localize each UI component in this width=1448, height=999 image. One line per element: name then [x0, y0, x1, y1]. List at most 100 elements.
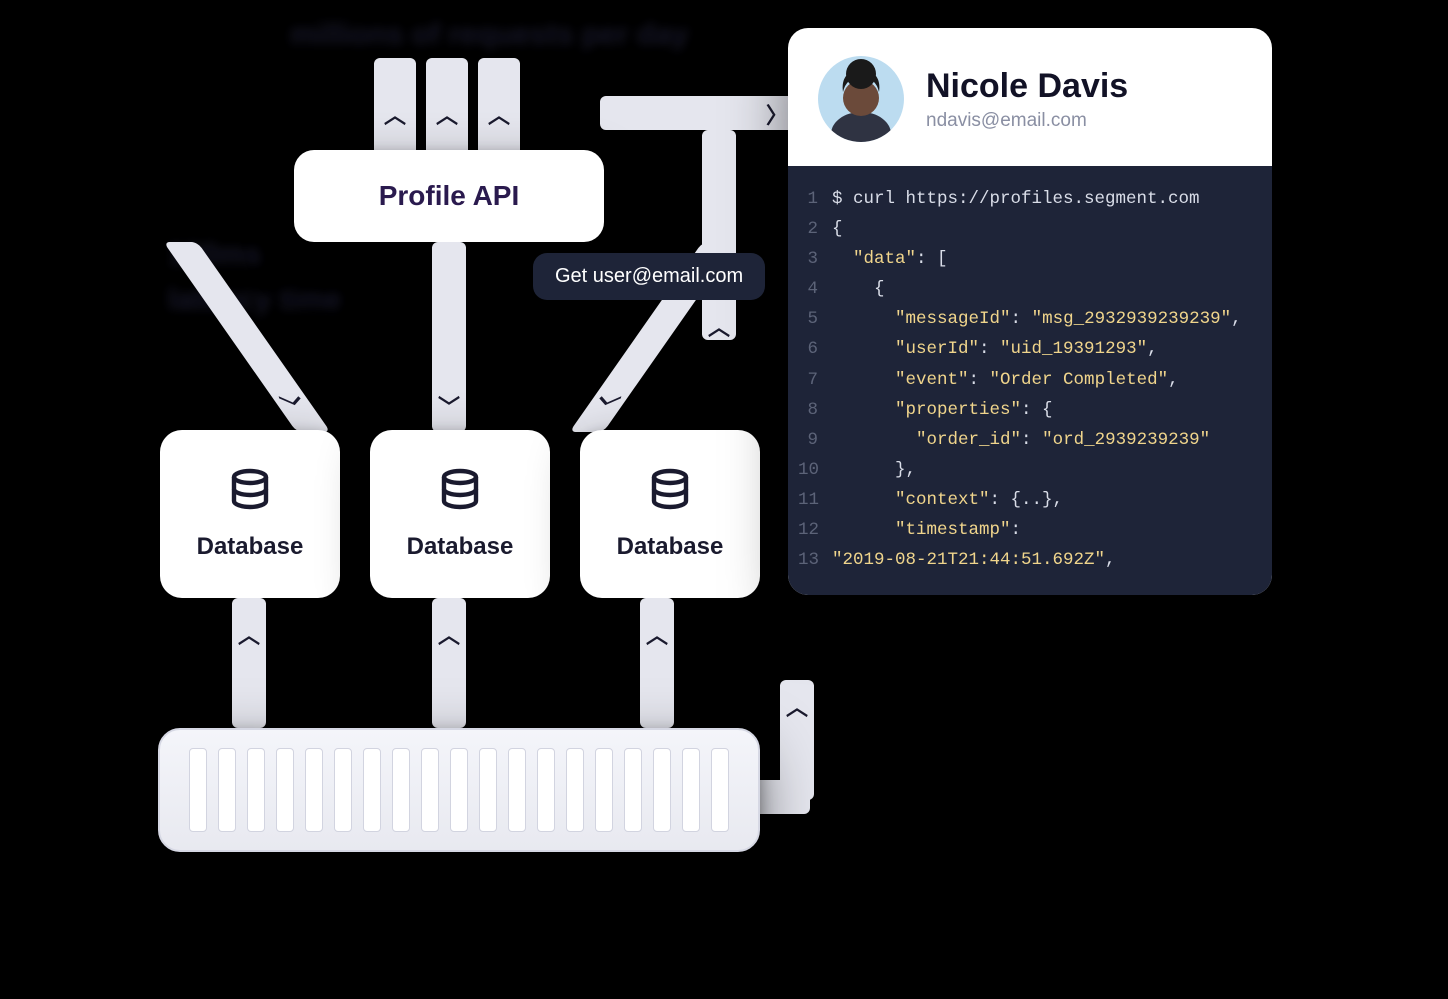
- database-label: Database: [407, 533, 514, 561]
- server-slot: [653, 748, 671, 832]
- code-text: $ curl https://profiles.segment.com: [832, 184, 1200, 214]
- code-line: 10 },: [798, 455, 1262, 485]
- database-node-2: Database: [370, 430, 550, 598]
- chevron-up-icon: ︿: [786, 690, 808, 722]
- server-slot: [392, 748, 410, 832]
- pipe-low-3: ︿: [640, 598, 674, 728]
- code-line: 7 "event": "Order Completed",: [798, 365, 1262, 395]
- code-block: 1$ curl https://profiles.segment.com2{3 …: [788, 166, 1272, 595]
- server-slot: [189, 748, 207, 832]
- user-name: Nicole Davis: [926, 67, 1128, 106]
- chevron-up-icon: ︿: [438, 618, 460, 650]
- server-slot: [624, 748, 642, 832]
- code-line: 2{: [798, 214, 1262, 244]
- server-slot: [479, 748, 497, 832]
- chevron-down-icon: ﹀: [582, 390, 626, 422]
- code-line: 6 "userId": "uid_19391293",: [798, 334, 1262, 364]
- code-line: 4 {: [798, 274, 1262, 304]
- chevron-right-icon: 〉: [766, 98, 788, 130]
- code-text: },: [832, 455, 916, 485]
- code-line: 12 "timestamp":: [798, 515, 1262, 545]
- pipe-mid-2: ﹀: [432, 242, 466, 432]
- line-number: 8: [798, 395, 832, 425]
- code-line: 11 "context": {..},: [798, 485, 1262, 515]
- database-label: Database: [197, 533, 304, 561]
- chevron-up-icon: ︿: [238, 618, 260, 650]
- line-number: 10: [798, 455, 832, 485]
- code-text: "messageId": "msg_2932939239239",: [832, 304, 1242, 334]
- line-number: 2: [798, 214, 832, 244]
- server-slot: [276, 748, 294, 832]
- server-slot: [595, 748, 613, 832]
- pipe-low-1: ︿: [232, 598, 266, 728]
- chevron-up-icon: ︿: [646, 618, 668, 650]
- code-line: 8 "properties": {: [798, 395, 1262, 425]
- database-icon: [226, 467, 274, 515]
- code-text: {: [832, 214, 843, 244]
- chevron-down-icon: ﹀: [438, 390, 460, 422]
- profile-api-node: Profile API: [294, 150, 604, 242]
- server-slot: [450, 748, 468, 832]
- server-slot: [305, 748, 323, 832]
- database-node-3: Database: [580, 430, 760, 598]
- server-slot: [566, 748, 584, 832]
- code-text: "properties": {: [832, 395, 1053, 425]
- chevron-up-icon: ︿: [708, 310, 730, 342]
- line-number: 11: [798, 485, 832, 515]
- code-text: "event": "Order Completed",: [832, 365, 1179, 395]
- code-text: "userId": "uid_19391293",: [832, 334, 1158, 364]
- profile-header: Nicole Davis ndavis@email.com: [788, 28, 1272, 166]
- pipe-loop-v: ︿: [780, 680, 814, 800]
- code-text: "data": [: [832, 244, 948, 274]
- pipe-in-3: ︿: [478, 58, 520, 158]
- avatar: [818, 56, 904, 142]
- top-caption: millions of requests per day: [290, 18, 688, 52]
- chevron-up-icon: ︿: [436, 98, 458, 130]
- pipe-to-card-h: 〉: [600, 96, 800, 130]
- code-text: {: [832, 274, 885, 304]
- code-text: "order_id": "ord_2939239239": [832, 425, 1210, 455]
- server-slot: [711, 748, 729, 832]
- server-node: [158, 728, 760, 852]
- user-email: ndavis@email.com: [926, 110, 1128, 132]
- server-slot: [363, 748, 381, 832]
- server-slot: [682, 748, 700, 832]
- chevron-up-icon: ︿: [488, 98, 510, 130]
- get-request-pill: Get user@email.com: [533, 253, 765, 300]
- line-number: 12: [798, 515, 832, 545]
- server-slot: [537, 748, 555, 832]
- line-number: 3: [798, 244, 832, 274]
- pipe-to-card-v: ︿: [702, 130, 736, 340]
- chevron-up-icon: ︿: [384, 98, 406, 130]
- pipe-low-2: ︿: [432, 598, 466, 728]
- line-number: 1: [798, 184, 832, 214]
- line-number: 5: [798, 304, 832, 334]
- line-number: 13: [798, 545, 832, 575]
- database-node-1: Database: [160, 430, 340, 598]
- architecture-diagram: millions of requests per day 100ms laten…: [0, 0, 800, 999]
- code-text: "timestamp":: [832, 515, 1021, 545]
- server-slot: [334, 748, 352, 832]
- database-icon: [436, 467, 484, 515]
- code-line: 9 "order_id": "ord_2939239239": [798, 425, 1262, 455]
- chevron-down-icon: ﹀: [273, 390, 317, 422]
- code-line: 3 "data": [: [798, 244, 1262, 274]
- profile-text: Nicole Davis ndavis@email.com: [926, 67, 1128, 132]
- pipe-in-2: ︿: [426, 58, 468, 158]
- server-slot: [421, 748, 439, 832]
- server-slot: [247, 748, 265, 832]
- database-icon: [646, 467, 694, 515]
- profile-card: Nicole Davis ndavis@email.com 1$ curl ht…: [788, 28, 1272, 595]
- code-line: 13"2019-08-21T21:44:51.692Z",: [798, 545, 1262, 575]
- line-number: 9: [798, 425, 832, 455]
- line-number: 7: [798, 365, 832, 395]
- code-text: "context": {..},: [832, 485, 1063, 515]
- database-label: Database: [617, 533, 724, 561]
- line-number: 4: [798, 274, 832, 304]
- code-text: "2019-08-21T21:44:51.692Z",: [832, 545, 1116, 575]
- database-row: Database Database Database: [160, 430, 760, 598]
- avatar-illustration: [818, 56, 904, 142]
- server-slot: [218, 748, 236, 832]
- code-line: 5 "messageId": "msg_2932939239239",: [798, 304, 1262, 334]
- code-line: 1$ curl https://profiles.segment.com: [798, 184, 1262, 214]
